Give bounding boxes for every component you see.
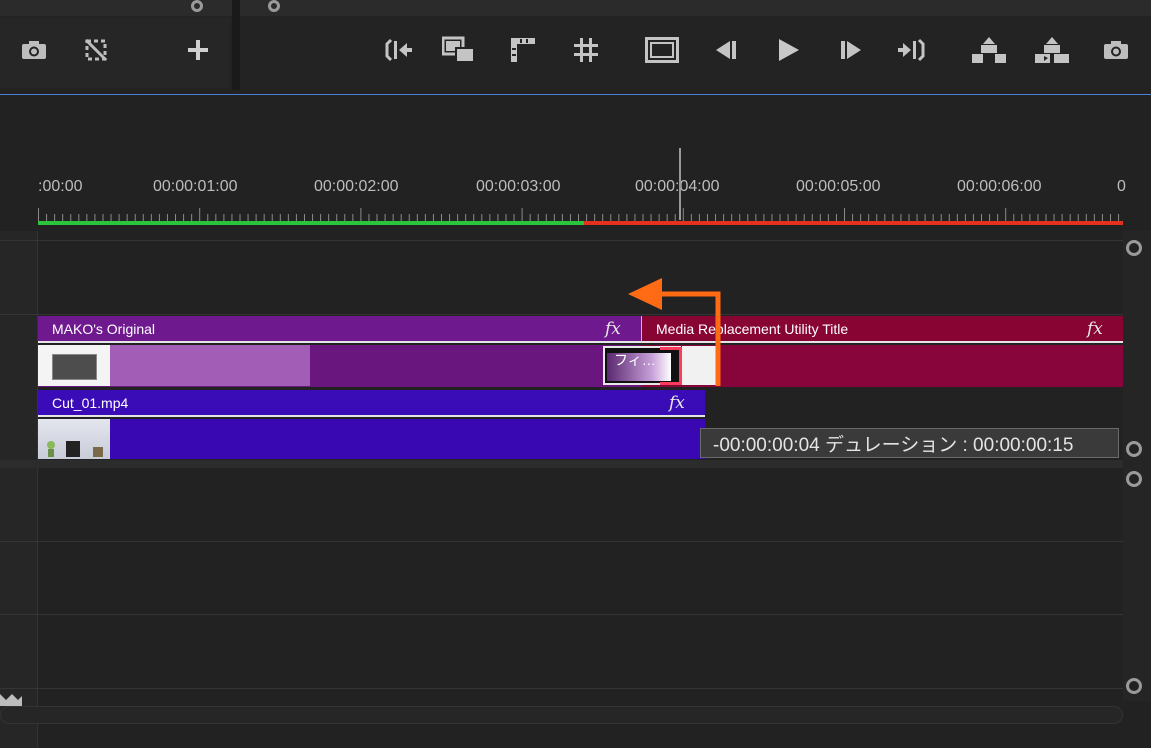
- clip-thumbnail: [38, 419, 110, 459]
- trim-duration-tooltip: -00:00:00:04 デュレーション : 00:00:00:15: [700, 428, 1119, 458]
- clip-label: Cut_01.mp4: [52, 394, 129, 411]
- video-audio-separator[interactable]: [0, 460, 1123, 468]
- play-icon: [779, 39, 799, 61]
- track-divider: [0, 688, 1123, 689]
- step-forward-button[interactable]: [834, 32, 870, 68]
- timecode-label: 0: [1117, 178, 1126, 195]
- play-button[interactable]: [770, 32, 806, 68]
- sync-lock-button[interactable]: [78, 32, 114, 68]
- extract-icon: [1035, 37, 1069, 63]
- clip-selection-highlight: [110, 345, 310, 386]
- insert-clip-icon: [442, 36, 475, 63]
- camera-icon: [1104, 41, 1128, 59]
- add-button[interactable]: [180, 32, 216, 68]
- lift-icon: [972, 37, 1006, 63]
- render-bar-rendered: [38, 221, 584, 225]
- trim-icon: [574, 38, 598, 62]
- timecode-label: 00:00:04:00: [635, 178, 720, 195]
- source-zoom-knob[interactable]: [191, 0, 203, 12]
- playhead[interactable]: [679, 148, 681, 220]
- go-to-out-icon: [898, 38, 925, 62]
- track-divider: [0, 614, 1123, 615]
- scroll-knob[interactable]: [1126, 441, 1142, 457]
- thumbnail-scene: [47, 441, 103, 457]
- timecode-label: :00:00: [38, 178, 83, 195]
- fx-badge-icon[interactable]: fx: [605, 319, 621, 339]
- timecode-label: 00:00:05:00: [796, 178, 881, 195]
- timecode-label: 00:00:03:00: [476, 178, 561, 195]
- program-export-frame-button[interactable]: [1098, 32, 1134, 68]
- fx-badge-icon[interactable]: fx: [669, 393, 685, 413]
- lift-button[interactable]: [971, 32, 1007, 68]
- trim-button[interactable]: [568, 32, 604, 68]
- clip-mako-original[interactable]: MAKO's Original: [38, 316, 641, 343]
- horizontal-scrollbar[interactable]: [0, 706, 1123, 724]
- clip-label: MAKO's Original: [52, 320, 156, 337]
- zoom-handle-icon[interactable]: [0, 692, 24, 706]
- camera-icon: [22, 41, 46, 59]
- scroll-knob[interactable]: [1126, 240, 1142, 256]
- tooltip-text: -00:00:00:04 デュレーション : 00:00:00:15: [713, 434, 1074, 456]
- step-forward-icon: [841, 41, 861, 59]
- safe-margins-button[interactable]: [644, 32, 680, 68]
- panel-divider[interactable]: [232, 0, 240, 90]
- go-to-in-button[interactable]: [381, 32, 417, 68]
- clip-cut-01-body[interactable]: [38, 419, 705, 459]
- track-divider: [0, 541, 1123, 542]
- mark-clip-button[interactable]: [505, 32, 541, 68]
- extract-button[interactable]: [1034, 32, 1070, 68]
- render-bar-unrendered: [584, 221, 1123, 225]
- plus-icon: [188, 40, 208, 60]
- step-back-button[interactable]: [707, 32, 743, 68]
- vertical-scrollbar[interactable]: [1123, 231, 1151, 701]
- scroll-knob[interactable]: [1126, 471, 1142, 487]
- thumbnail-screen: [52, 354, 97, 380]
- mark-in-icon: [511, 38, 535, 62]
- program-zoom-knob[interactable]: [268, 0, 280, 12]
- clip-cut-01[interactable]: Cut_01.mp4: [38, 390, 705, 417]
- fx-badge-icon[interactable]: fx: [1087, 319, 1103, 339]
- scroll-knob[interactable]: [1126, 678, 1142, 694]
- track-header-gutter: [0, 231, 38, 748]
- track-divider: [0, 314, 1123, 315]
- sync-lock-off-icon: [84, 38, 108, 62]
- timecode-label: 00:00:06:00: [957, 178, 1042, 195]
- export-frame-button[interactable]: [16, 32, 52, 68]
- timecode-label: 00:00:02:00: [314, 178, 399, 195]
- ruler-ticks: [38, 208, 1120, 222]
- timecode-label: 00:00:01:00: [153, 178, 238, 195]
- track-divider: [0, 240, 1123, 241]
- step-back-icon: [716, 41, 736, 59]
- safe-margins-icon: [645, 37, 679, 63]
- toolbar-top-strip: [0, 0, 1151, 16]
- go-to-in-icon: [385, 38, 412, 62]
- annotation-arrow-icon: [628, 278, 721, 386]
- insert-button[interactable]: [441, 32, 477, 68]
- go-to-out-button[interactable]: [894, 32, 930, 68]
